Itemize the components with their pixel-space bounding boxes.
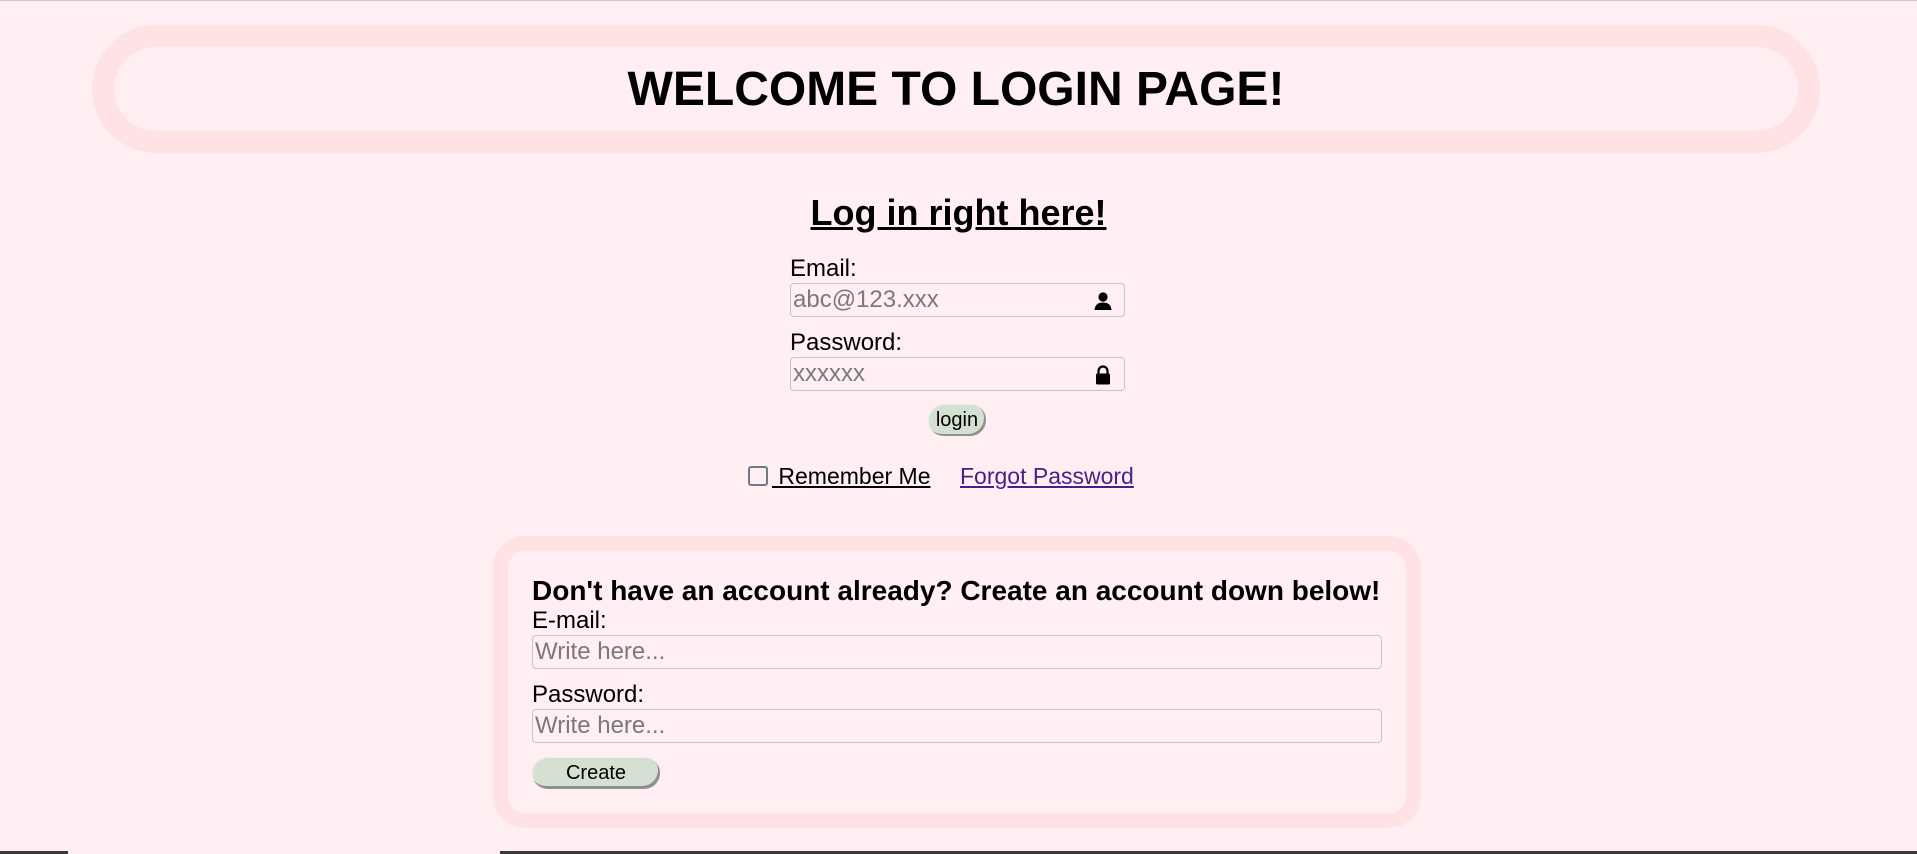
create-button[interactable]: Create <box>532 757 660 789</box>
signup-password-label: Password: <box>532 681 645 708</box>
email-field[interactable] <box>790 283 1125 317</box>
top-border <box>0 0 1917 1</box>
page-title: WELCOME TO LOGIN PAGE! <box>627 62 1285 116</box>
signup-email-field[interactable] <box>532 635 1382 669</box>
user-icon <box>1092 290 1114 312</box>
password-input[interactable] <box>791 358 1124 390</box>
email-label: Email: <box>790 255 857 282</box>
lock-icon <box>1092 364 1114 386</box>
password-field[interactable] <box>790 357 1125 391</box>
login-button[interactable]: login <box>928 404 986 436</box>
signup-heading: Don't have an account already? Create an… <box>532 575 1381 606</box>
signup-email-input[interactable] <box>533 636 1381 668</box>
email-input[interactable] <box>791 284 1124 316</box>
remember-label: Remember Me <box>772 462 931 489</box>
signup-password-field[interactable] <box>532 709 1382 743</box>
signup-email-label: E-mail: <box>532 607 607 634</box>
login-heading: Log in right here! <box>810 192 1107 233</box>
password-label: Password: <box>790 329 903 356</box>
signup-password-input[interactable] <box>533 710 1381 742</box>
header-banner: WELCOME TO LOGIN PAGE! <box>92 25 1820 153</box>
remember-me[interactable]: Remember Me <box>748 462 930 490</box>
forgot-password-link[interactable]: Forgot Password <box>960 462 1134 490</box>
remember-checkbox[interactable] <box>748 466 768 486</box>
